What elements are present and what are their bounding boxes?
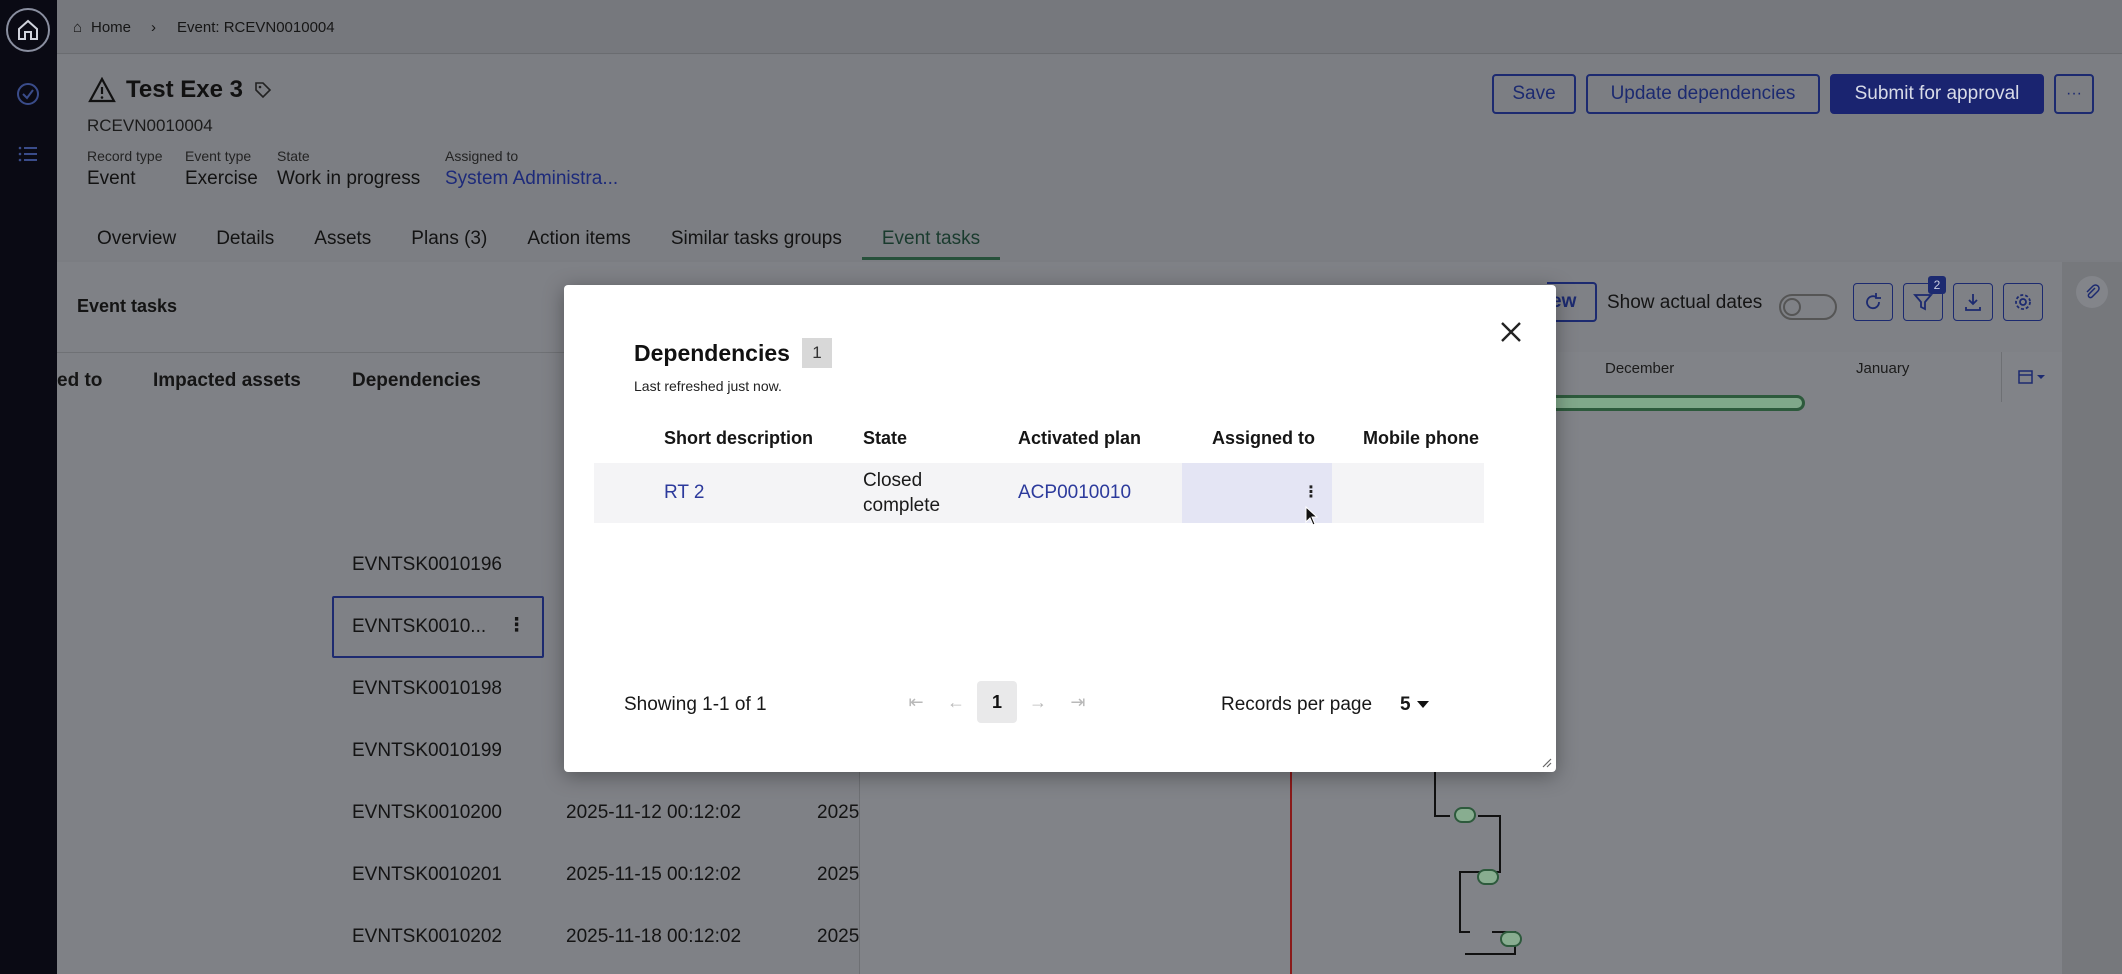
mouse-cursor-icon <box>1305 506 1319 526</box>
filter-count-badge: 2 <box>1928 276 1946 294</box>
modal-title: Dependencies 1 <box>634 338 832 368</box>
breadcrumb: ⌂ Home › Event: RCEVN0010004 <box>57 0 2122 54</box>
tab-details[interactable]: Details <box>196 224 294 260</box>
settings-icon[interactable] <box>2003 283 2043 321</box>
record-title: Test Exe 3 <box>126 76 243 103</box>
right-rail <box>2062 262 2122 974</box>
show-actual-dates-label: Show actual dates <box>1607 292 1763 313</box>
field-state: State Work in progress <box>277 148 421 189</box>
resize-handle-icon[interactable] <box>1540 756 1552 768</box>
left-rail <box>0 0 57 974</box>
prev-page-icon[interactable]: ← <box>936 681 976 723</box>
page-title: Test Exe 3 <box>88 76 273 104</box>
refresh-icon[interactable] <box>1853 283 1893 321</box>
dependencies-count-badge: 1 <box>801 338 832 368</box>
home-icon[interactable] <box>6 8 50 52</box>
warning-icon <box>88 77 116 103</box>
activated-plan-link[interactable]: ACP0010010 <box>1018 482 1131 504</box>
list-icon[interactable] <box>14 140 42 168</box>
dependency-cell[interactable]: EVNTSK0010200 <box>352 802 502 824</box>
start-date-cell: 2025-11-15 00:12:02 <box>566 864 742 885</box>
field-event-type: Event type Exercise <box>185 148 258 189</box>
first-page-icon[interactable]: ⇤ <box>896 681 936 723</box>
breadcrumb-home-icon[interactable]: ⌂ <box>73 19 82 36</box>
cell-menu-icon[interactable]: ⋮ <box>507 614 526 637</box>
records-per-page-select[interactable]: 5 <box>1400 694 1429 716</box>
last-page-icon[interactable]: ⇥ <box>1058 681 1098 723</box>
column-dependencies[interactable]: Dependencies <box>352 370 481 392</box>
tab-overview[interactable]: Overview <box>77 224 196 260</box>
gantt-task-bar[interactable] <box>1477 869 1499 885</box>
end-date-cell: 2025 <box>817 802 860 823</box>
column-mobile-phone[interactable]: Mobile phone <box>1363 428 1479 449</box>
state-cell-line1: Closed <box>863 470 923 491</box>
cell-menu-icon[interactable]: ⋮ <box>1303 482 1319 502</box>
end-date-cell: 2025 <box>817 864 860 885</box>
breadcrumb-home[interactable]: Home <box>91 19 131 36</box>
submit-for-approval-button[interactable]: Submit for approval <box>1830 74 2044 114</box>
records-per-page-label: Records per page <box>1221 694 1373 715</box>
filter-icon[interactable]: 2 <box>1903 276 1946 321</box>
start-date-cell: 2025-11-12 00:12:02 <box>566 802 742 823</box>
gantt-task-bar[interactable] <box>1500 931 1522 947</box>
column-assigned-to[interactable]: ed to <box>57 370 102 392</box>
dependency-cell[interactable]: EVNTSK0010201 <box>352 864 502 886</box>
showing-count: Showing 1-1 of 1 <box>624 694 767 715</box>
next-page-icon[interactable]: → <box>1018 681 1058 723</box>
short-description-link[interactable]: RT 2 <box>664 482 705 504</box>
column-state[interactable]: State <box>863 428 907 449</box>
field-assigned-to[interactable]: Assigned to System Administra... <box>445 148 618 190</box>
dependency-cell[interactable]: EVNTSK0010198 <box>352 678 502 700</box>
record-tabs: Overview Details Assets Plans (3) Action… <box>77 224 1001 260</box>
tab-action-items[interactable]: Action items <box>507 224 650 260</box>
dependency-cell[interactable]: EVNTSK0010196 <box>352 554 502 576</box>
update-dependencies-button[interactable]: Update dependencies <box>1586 74 1820 114</box>
event-tasks-label: Event tasks <box>77 296 178 316</box>
paperclip-icon[interactable] <box>2076 276 2108 308</box>
end-date-cell: 2025 <box>817 926 860 947</box>
show-actual-dates-toggle[interactable] <box>1779 294 1837 320</box>
tab-similar-tasks-groups[interactable]: Similar tasks groups <box>651 224 862 260</box>
tag-icon[interactable] <box>253 80 273 100</box>
save-button[interactable]: Save <box>1492 74 1576 114</box>
chevron-down-icon <box>1416 701 1429 708</box>
dependency-cell[interactable]: EVNTSK0010202 <box>352 926 502 948</box>
dependency-cell[interactable]: EVNTSK0010... <box>352 616 486 638</box>
current-page[interactable]: 1 <box>977 681 1017 723</box>
dependencies-modal: Dependencies 1 Last refreshed just now. … <box>564 285 1556 772</box>
column-short-description[interactable]: Short description <box>664 428 813 449</box>
gantt-task-bar[interactable] <box>1454 807 1476 823</box>
download-icon[interactable] <box>1953 283 1993 321</box>
column-activated-plan[interactable]: Activated plan <box>1018 428 1141 449</box>
breadcrumb-current: Event: RCEVN0010004 <box>177 19 335 36</box>
column-assigned-to[interactable]: Assigned to <box>1212 428 1315 449</box>
breadcrumb-separator-icon: › <box>151 19 156 36</box>
state-cell-line2: complete <box>863 495 941 516</box>
column-impacted-assets[interactable]: Impacted assets <box>153 370 301 392</box>
dependency-cell[interactable]: EVNTSK0010199 <box>352 740 502 762</box>
field-record-type: Record type Event <box>87 148 163 189</box>
start-date-cell: 2025-11-18 00:12:02 <box>566 926 742 947</box>
more-actions-button[interactable]: ··· <box>2054 74 2094 114</box>
tab-event-tasks[interactable]: Event tasks <box>861 224 1001 260</box>
record-number: RCEVN0010004 <box>87 116 213 135</box>
tab-assets[interactable]: Assets <box>294 224 391 260</box>
last-refreshed-text: Last refreshed just now. <box>634 378 782 394</box>
tab-plans[interactable]: Plans (3) <box>391 224 507 260</box>
close-icon[interactable] <box>1494 315 1528 349</box>
check-circle-icon[interactable] <box>14 80 42 108</box>
